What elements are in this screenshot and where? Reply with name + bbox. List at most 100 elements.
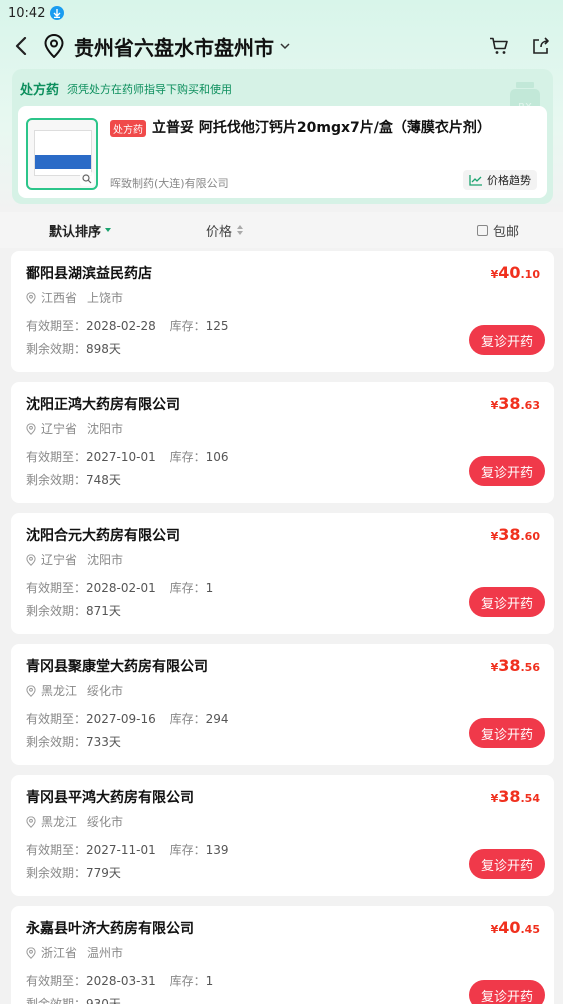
store-name: 青冈县聚康堂大药房有限公司 (26, 659, 208, 675)
price-dec: .54 (520, 792, 541, 805)
price: ¥ 40 .10 (491, 263, 540, 282)
stock-label: 库存： (169, 974, 206, 988)
zoom-icon[interactable] (80, 172, 94, 186)
expiry-label: 有效期至： (26, 843, 87, 857)
currency: ¥ (490, 399, 499, 412)
location-icon (26, 815, 36, 828)
remaining-validity: 剩余效期：748天 (26, 471, 121, 488)
price-int: 40 (498, 918, 521, 937)
remaining-value: 733天 (86, 735, 121, 749)
product-card[interactable]: 处方药 立普妥 阿托伐他汀钙片20mgx7片/盒（薄膜衣片剂） 晖致制药(大连)… (18, 106, 547, 198)
store-card[interactable]: 青冈县聚康堂大药房有限公司 ¥ 38 .56 黑龙江 绥化市 有效期至：2027… (11, 644, 554, 765)
location-icon (26, 553, 36, 566)
sort-default[interactable]: 默认排序 (49, 221, 112, 240)
location-icon (26, 946, 36, 959)
price-dec: .56 (520, 661, 541, 674)
manufacturer: 晖致制药(大连)有限公司 (110, 177, 229, 190)
status-time: 10:42 (8, 5, 46, 21)
city: 温州市 (87, 946, 124, 960)
revisit-prescribe-button[interactable]: 复诊开药 (469, 325, 545, 355)
currency: ¥ (490, 792, 499, 805)
expiry-label: 有效期至： (26, 974, 87, 988)
expiry-stock: 有效期至：2027-09-16 库存：294 (26, 710, 229, 727)
price-int: 38 (498, 787, 521, 806)
price-int: 38 (498, 525, 521, 544)
expiry-stock: 有效期至：2028-02-28 库存：125 (26, 317, 229, 334)
expiry-date: 2027-11-01 (86, 843, 156, 857)
remaining-value: 779天 (86, 866, 121, 880)
remaining-value: 898天 (86, 342, 121, 356)
revisit-prescribe-button[interactable]: 复诊开药 (469, 587, 545, 617)
location-icon (26, 422, 36, 435)
stock-value: 139 (205, 843, 229, 857)
store-card[interactable]: 沈阳正鸿大药房有限公司 ¥ 38 .63 辽宁省 沈阳市 有效期至：2027-1… (11, 382, 554, 503)
province: 辽宁省 (41, 422, 78, 436)
sort-bar: 默认排序 价格 包邮 (0, 212, 563, 248)
checkbox[interactable] (477, 224, 488, 236)
share-icon[interactable] (529, 34, 553, 58)
remaining-validity: 剩余效期：898天 (26, 340, 121, 357)
store-location: 黑龙江 绥化市 (26, 682, 123, 699)
expiry-stock: 有效期至：2027-11-01 库存：139 (26, 841, 229, 858)
store-location: 辽宁省 沈阳市 (26, 420, 123, 437)
stock-value: 125 (205, 319, 229, 333)
status-bar: 10:42 (0, 0, 563, 26)
store-card[interactable]: 青冈县平鸿大药房有限公司 ¥ 38 .54 黑龙江 绥化市 有效期至：2027-… (11, 775, 554, 896)
free-shipping-filter[interactable]: 包邮 (477, 221, 519, 240)
stock-value: 1 (205, 581, 214, 595)
sort-price[interactable]: 价格 (206, 221, 244, 240)
currency: ¥ (490, 268, 499, 281)
stock-label: 库存： (169, 450, 206, 464)
download-icon (50, 6, 65, 20)
expiry-date: 2028-03-31 (86, 974, 156, 988)
prescription-panel: RX 处方药 须凭处方在药师指导下购买和使用 处方药 立普妥 阿托伐他汀钙片20… (12, 69, 553, 204)
expiry-stock: 有效期至：2027-10-01 库存：106 (26, 448, 229, 465)
expiry-date: 2027-10-01 (86, 450, 156, 464)
cart-icon[interactable] (487, 34, 511, 58)
price-trend-button[interactable]: 价格趋势 (463, 170, 537, 190)
price-dec: .60 (520, 530, 541, 543)
price-int: 38 (498, 656, 521, 675)
location-pin-icon[interactable] (44, 33, 66, 59)
revisit-prescribe-button[interactable]: 复诊开药 (469, 718, 545, 748)
remaining-label: 剩余效期： (26, 866, 87, 880)
store-name: 鄱阳县湖滨益民药店 (26, 266, 152, 282)
expiry-label: 有效期至： (26, 581, 87, 595)
city: 绥化市 (87, 684, 124, 698)
expiry-date: 2027-09-16 (86, 712, 156, 726)
province: 辽宁省 (41, 553, 78, 567)
store-card[interactable]: 沈阳合元大药房有限公司 ¥ 38 .60 辽宁省 沈阳市 有效期至：2028-0… (11, 513, 554, 634)
expiry-date: 2028-02-28 (86, 319, 156, 333)
price-trend-label: 价格趋势 (487, 174, 531, 187)
revisit-prescribe-button[interactable]: 复诊开药 (469, 849, 545, 879)
remaining-label: 剩余效期： (26, 604, 87, 618)
revisit-prescribe-button[interactable]: 复诊开药 (469, 980, 545, 1004)
stock-label: 库存： (169, 712, 206, 726)
remaining-label: 剩余效期： (26, 473, 87, 487)
sort-default-label: 默认排序 (49, 224, 102, 240)
product-name: 立普妥 阿托伐他汀钙片20mgx7片/盒（薄膜衣片剂） (152, 120, 491, 136)
price-int: 40 (498, 263, 521, 282)
store-card[interactable]: 永嘉县叶济大药房有限公司 ¥ 40 .45 浙江省 温州市 有效期至：2028-… (11, 906, 554, 1004)
remaining-label: 剩余效期： (26, 735, 87, 749)
back-icon[interactable] (10, 35, 32, 57)
price-dec: .10 (520, 268, 541, 281)
currency: ¥ (490, 530, 499, 543)
remaining-value: 748天 (86, 473, 121, 487)
store-location: 浙江省 温州市 (26, 944, 123, 961)
province: 黑龙江 (41, 815, 78, 829)
chevron-down-icon[interactable] (280, 40, 292, 52)
store-location: 黑龙江 绥化市 (26, 813, 123, 830)
expiry-stock: 有效期至：2028-02-01 库存：1 (26, 579, 213, 596)
remaining-value: 930天 (86, 997, 121, 1004)
store-name: 沈阳合元大药房有限公司 (26, 528, 180, 544)
remaining-label: 剩余效期： (26, 997, 87, 1004)
revisit-prescribe-button[interactable]: 复诊开药 (469, 456, 545, 486)
store-card[interactable]: 鄱阳县湖滨益民药店 ¥ 40 .10 江西省 上饶市 有效期至：2028-02-… (11, 251, 554, 372)
remaining-validity: 剩余效期：733天 (26, 733, 121, 750)
free-shipping-label: 包邮 (493, 224, 520, 240)
product-image[interactable] (26, 118, 98, 190)
price-dec: .63 (520, 399, 541, 412)
stock-label: 库存： (169, 581, 206, 595)
city-selector[interactable]: 贵州省六盘水市盘州市 (74, 32, 274, 61)
